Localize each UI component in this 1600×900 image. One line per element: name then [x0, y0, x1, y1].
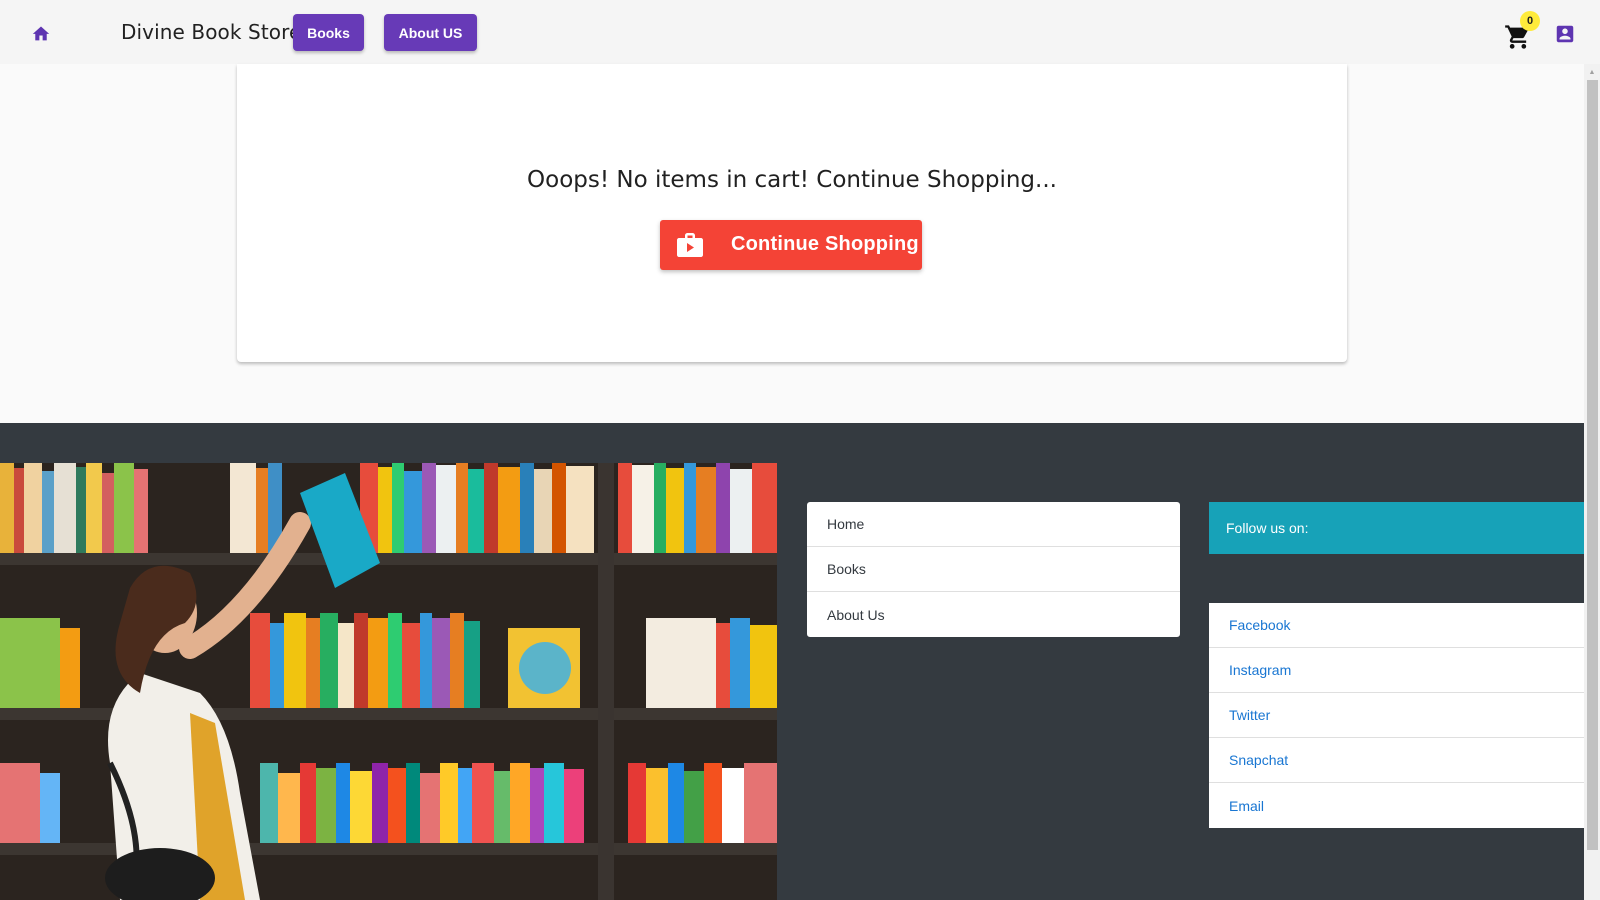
social-link-instagram[interactable]: Instagram [1209, 648, 1584, 693]
cart-button[interactable]: 0 [1504, 11, 1540, 50]
scroll-up-arrow-icon[interactable]: ▲ [1587, 67, 1597, 77]
social-link-email[interactable]: Email [1209, 783, 1584, 828]
about-us-nav-button[interactable]: About US [384, 14, 477, 51]
books-nav-button[interactable]: Books [293, 14, 364, 51]
empty-cart-message: Ooops! No items in cart! Continue Shoppi… [527, 167, 1057, 193]
app-header: Divine Book Store Books About US 0 [0, 0, 1600, 64]
continue-shopping-button[interactable]: Continue Shopping [660, 220, 922, 270]
home-icon [32, 26, 50, 41]
footer-link-home[interactable]: Home [807, 502, 1180, 547]
footer-link-books[interactable]: Books [807, 547, 1180, 592]
social-link-twitter[interactable]: Twitter [1209, 693, 1584, 738]
account-button[interactable] [1554, 23, 1576, 45]
social-link-snapchat[interactable]: Snapchat [1209, 738, 1584, 783]
shop-bag-icon [677, 233, 703, 257]
footer-link-about-us[interactable]: About Us [807, 592, 1180, 637]
social-link-facebook[interactable]: Facebook [1209, 603, 1584, 648]
bookstore-photo [0, 463, 777, 900]
follow-us-heading: Follow us on: [1209, 502, 1584, 554]
store-title: Divine Book Store [121, 20, 302, 44]
empty-cart-card: Ooops! No items in cart! Continue Shoppi… [237, 64, 1347, 362]
account-box-icon [1556, 25, 1574, 43]
scrollbar-thumb[interactable] [1587, 80, 1598, 850]
home-button[interactable] [28, 20, 54, 46]
social-links-list: Facebook Instagram Twitter Snapchat Emai… [1209, 603, 1584, 828]
footer-nav-list: Home Books About Us [807, 502, 1180, 637]
cart-count-badge: 0 [1520, 11, 1540, 31]
continue-shopping-label: Continue Shopping [731, 233, 919, 255]
site-footer: Home Books About Us Follow us on: Facebo… [0, 423, 1584, 900]
